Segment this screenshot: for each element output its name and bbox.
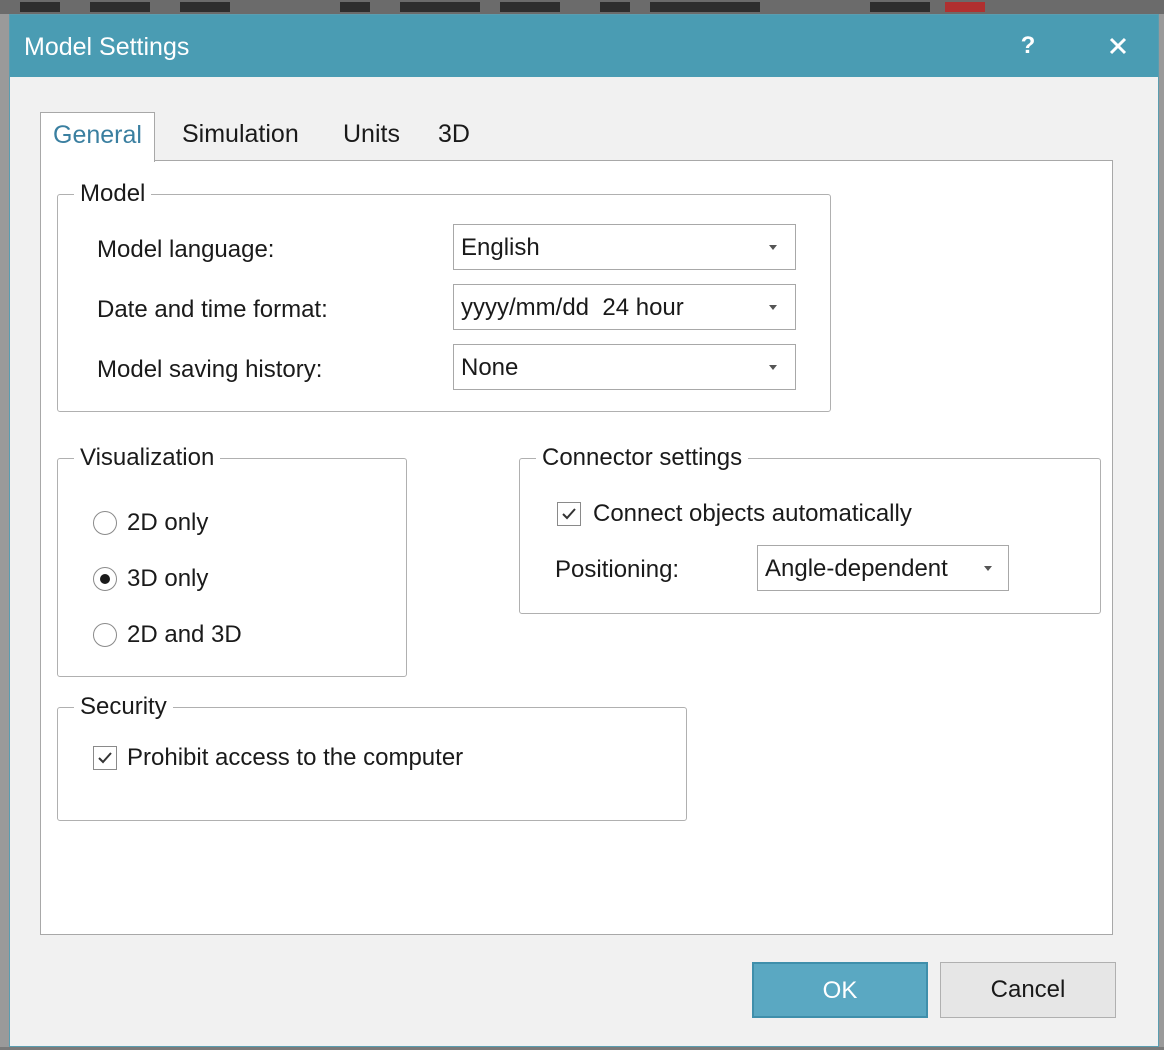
title-bar[interactable]: Model Settings ?: [10, 15, 1158, 77]
model-language-label: Model language:: [97, 236, 275, 263]
model-settings-dialog: Model Settings ? General Simulation Unit…: [9, 14, 1159, 1047]
auto-connect-label[interactable]: Connect objects automatically: [593, 500, 912, 528]
radio-2d-and-3d-label[interactable]: 2D and 3D: [127, 621, 242, 649]
dialog-title: Model Settings: [24, 33, 190, 61]
background-app-strip: [0, 0, 1164, 14]
chevron-down-icon: [984, 566, 992, 571]
saving-history-label: Model saving history:: [97, 356, 323, 383]
model-group-legend: Model: [80, 180, 146, 207]
chevron-down-icon: [769, 245, 777, 250]
chevron-down-icon: [769, 365, 777, 370]
datetime-format-value: yyyy/mm/dd 24 hour: [461, 294, 684, 321]
radio-2d-only-label[interactable]: 2D only: [127, 509, 208, 537]
help-button[interactable]: ?: [1010, 27, 1046, 65]
tab-general[interactable]: General: [40, 112, 155, 162]
radio-2d-only[interactable]: [93, 511, 117, 535]
datetime-format-select[interactable]: yyyy/mm/dd 24 hour: [453, 284, 796, 330]
tab-3d[interactable]: 3D: [436, 112, 472, 160]
connector-settings-legend: Connector settings: [542, 444, 743, 471]
chevron-down-icon: [769, 305, 777, 310]
visualization-group-legend: Visualization: [80, 444, 215, 471]
prohibit-access-label[interactable]: Prohibit access to the computer: [127, 744, 463, 772]
auto-connect-checkbox[interactable]: [557, 502, 581, 526]
prohibit-access-checkbox[interactable]: [93, 746, 117, 770]
saving-history-select[interactable]: None: [453, 344, 796, 390]
radio-selected-dot: [100, 574, 110, 584]
ok-button[interactable]: OK: [752, 962, 928, 1018]
screen: Model Settings ? General Simulation Unit…: [0, 0, 1164, 1050]
positioning-label: Positioning:: [555, 556, 680, 583]
saving-history-value: None: [461, 354, 519, 381]
positioning-select[interactable]: Angle-dependent: [757, 545, 1009, 591]
close-button[interactable]: [1098, 27, 1138, 65]
security-group-legend: Security: [80, 693, 167, 720]
close-icon: [1109, 37, 1127, 55]
radio-2d-and-3d[interactable]: [93, 623, 117, 647]
model-language-value: English: [461, 234, 540, 261]
general-tab-panel: Model Model language: English Date and t…: [40, 160, 1113, 935]
tab-units[interactable]: Units: [341, 112, 402, 160]
radio-3d-only[interactable]: [93, 567, 117, 591]
model-language-select[interactable]: English: [453, 224, 796, 270]
checkmark-icon: [98, 752, 112, 764]
checkmark-icon: [562, 508, 576, 520]
positioning-value: Angle-dependent: [765, 555, 948, 582]
radio-3d-only-label[interactable]: 3D only: [127, 565, 208, 593]
cancel-button[interactable]: Cancel: [940, 962, 1116, 1018]
tab-simulation[interactable]: Simulation: [180, 112, 301, 160]
datetime-format-label: Date and time format:: [97, 296, 328, 323]
